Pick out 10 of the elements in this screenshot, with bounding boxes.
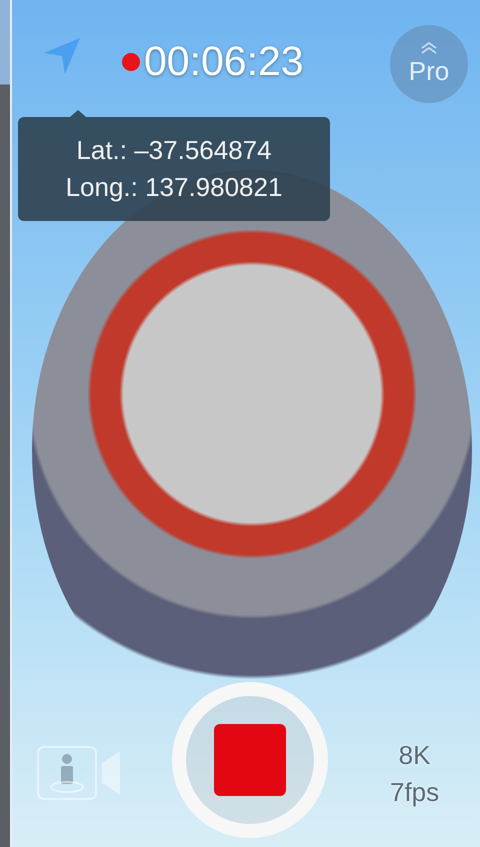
location-arrow-icon[interactable] bbox=[42, 36, 82, 76]
resolution-label: 8K bbox=[398, 740, 430, 771]
double-chevron-icon bbox=[419, 42, 439, 54]
stop-square-icon bbox=[214, 724, 286, 796]
pro-button[interactable]: Pro bbox=[390, 25, 468, 103]
video-camera-person-icon[interactable] bbox=[36, 745, 122, 801]
coordinate-text: Long.: 137.980821 bbox=[66, 172, 282, 203]
framerate-label: 7fps bbox=[390, 777, 440, 808]
coordinate-text: Lat.: –37.564874 bbox=[76, 135, 272, 166]
recording-time: 00:06:23 bbox=[144, 38, 304, 85]
